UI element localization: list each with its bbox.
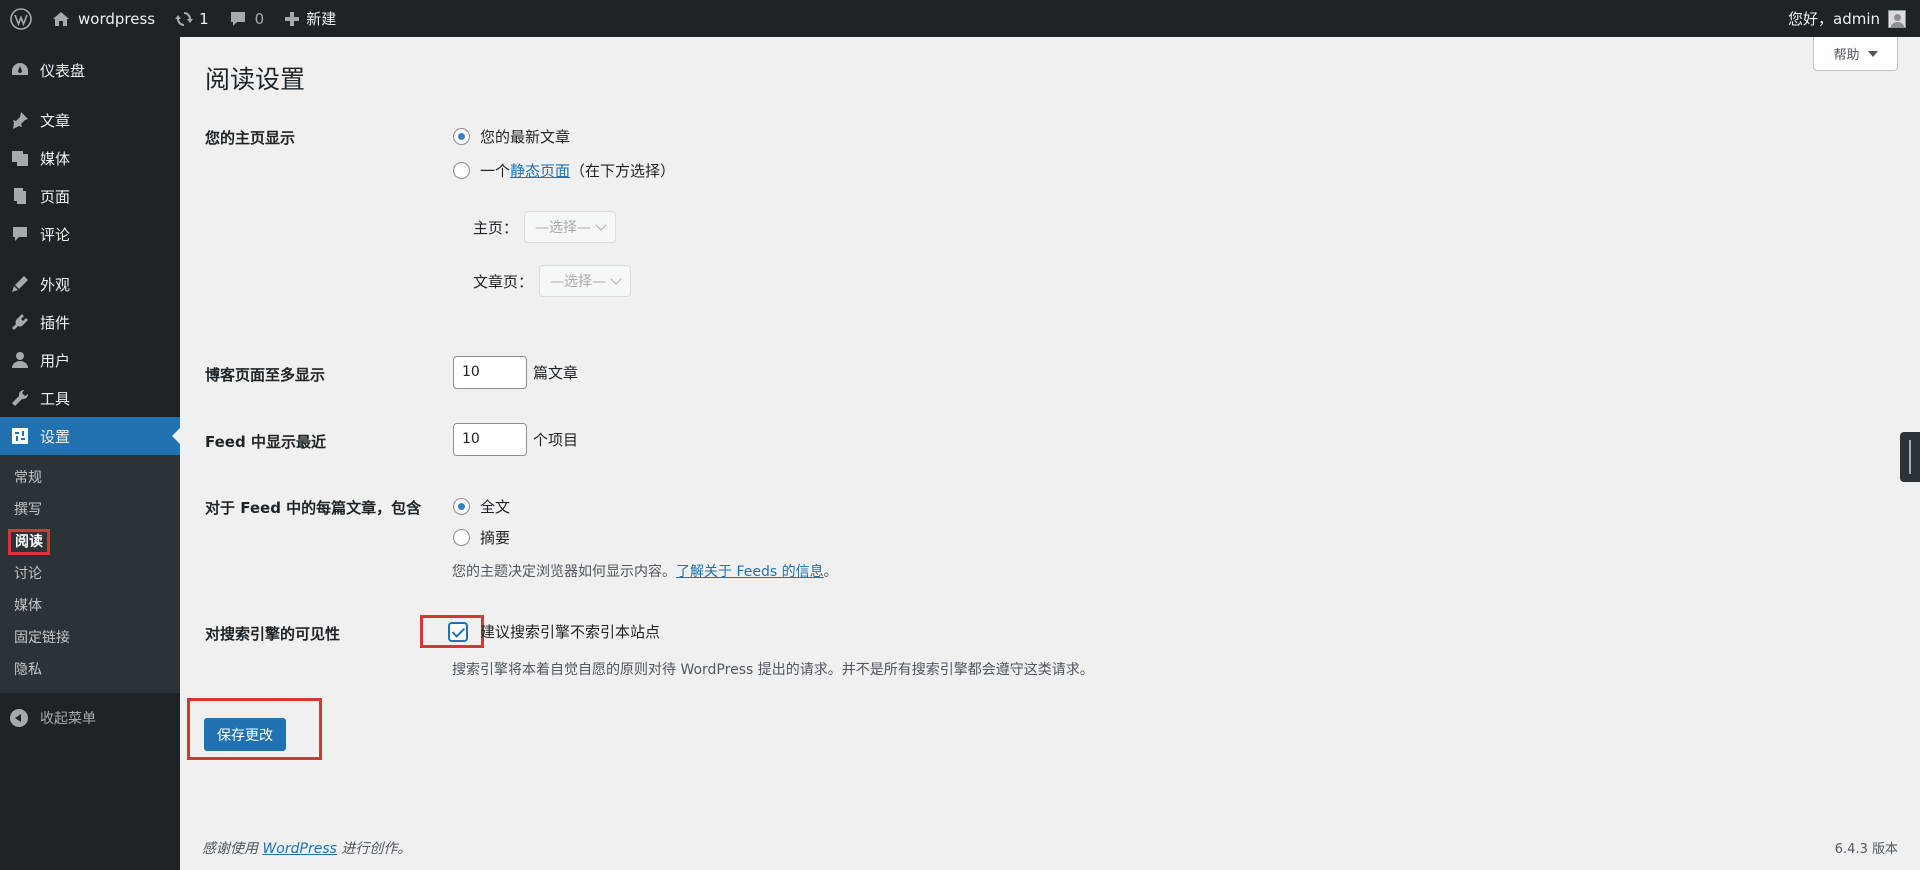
- radio-excerpt[interactable]: [453, 529, 470, 546]
- submenu-permalinks[interactable]: 固定链接: [0, 622, 180, 654]
- appearance-icon: [10, 274, 30, 294]
- menu-users[interactable]: 用户: [0, 341, 180, 379]
- discourage-search-label: 建议搜索引擎不索引本站点: [480, 623, 661, 641]
- new-content-link[interactable]: 新建: [274, 0, 346, 37]
- pin-icon: [10, 110, 30, 130]
- comments-count: 0: [254, 9, 265, 28]
- submenu-media[interactable]: 媒体: [0, 590, 180, 622]
- wordpress-link[interactable]: WordPress: [262, 841, 336, 857]
- homepage-display-label: 您的主页显示: [205, 129, 296, 147]
- main-content: 帮助 阅读设置 您的主页显示 您的最新文章 一个 静态页面 （在下方选择） 主页…: [180, 37, 1920, 870]
- collapse-menu-button[interactable]: 收起菜单: [0, 699, 180, 737]
- dashboard-icon: [10, 60, 30, 80]
- chevron-down-icon: [595, 219, 607, 231]
- discourage-search-checkbox[interactable]: [449, 622, 467, 641]
- submenu-general[interactable]: 常规: [0, 462, 180, 494]
- search-visibility-label: 对搜索引擎的可见性: [205, 625, 341, 643]
- submenu-reading[interactable]: 阅读: [0, 526, 180, 558]
- help-tab-button[interactable]: 帮助: [1813, 37, 1898, 71]
- wrench-icon: [10, 388, 30, 408]
- feed-description: 您的主题决定浏览器如何显示内容。了解关于 Feeds 的信息。: [452, 564, 838, 580]
- save-changes-button[interactable]: 保存更改: [204, 718, 286, 751]
- menu-plugins[interactable]: 插件: [0, 303, 180, 341]
- page-title: 阅读设置: [205, 65, 306, 94]
- search-visibility-description: 搜索引擎将本着自觉自愿的原则对待 WordPress 提出的请求。并不是所有搜索…: [452, 662, 1094, 678]
- submenu-writing[interactable]: 撰写: [0, 494, 180, 526]
- posts-per-page-input[interactable]: 10: [453, 356, 527, 389]
- radio-latest-posts[interactable]: [453, 128, 470, 145]
- radio-static-page[interactable]: [453, 162, 470, 179]
- menu-posts[interactable]: 文章: [0, 101, 180, 139]
- feeds-info-link[interactable]: 了解关于 Feeds 的信息: [676, 564, 824, 580]
- footer-thanks: 感谢使用 WordPress 进行创作。: [202, 841, 412, 857]
- media-icon: [10, 148, 30, 168]
- posts-page-select-row: 文章页： —选择—: [473, 265, 632, 297]
- feed-content-label: 对于 Feed 中的每篇文章，包含: [205, 499, 422, 517]
- chevron-down-icon: [610, 273, 622, 285]
- wordpress-logo-icon[interactable]: [0, 0, 42, 37]
- collapse-arrow-icon: [10, 709, 28, 727]
- greeting: 您好，admin: [1788, 10, 1880, 28]
- menu-settings[interactable]: 设置: [0, 417, 180, 455]
- comment-bubble-icon: [229, 10, 247, 28]
- static-page-link[interactable]: 静态页面: [510, 160, 570, 181]
- front-page-label: 主页：: [473, 218, 519, 237]
- comment-icon: [10, 224, 30, 244]
- posts-page-select[interactable]: —选择—: [539, 265, 632, 297]
- updates-icon: [175, 10, 194, 28]
- updates-link[interactable]: 1: [165, 0, 219, 37]
- avatar: [1888, 9, 1906, 28]
- front-page-select[interactable]: —选择—: [524, 211, 617, 243]
- front-page-select-row: 主页： —选择—: [473, 211, 617, 243]
- menu-appearance[interactable]: 外观: [0, 265, 180, 303]
- comments-link[interactable]: 0: [219, 0, 275, 37]
- feed-count-input[interactable]: 10: [453, 423, 527, 456]
- feed-count-label: Feed 中显示最近: [205, 433, 326, 451]
- menu-pages[interactable]: 页面: [0, 177, 180, 215]
- discourage-search-row[interactable]: 建议搜索引擎不索引本站点: [420, 615, 660, 648]
- submenu-discussion[interactable]: 讨论: [0, 558, 180, 590]
- my-account[interactable]: 您好，admin: [1788, 8, 1920, 29]
- page-icon: [10, 186, 30, 206]
- site-name: wordpress: [78, 9, 156, 28]
- site-name-link[interactable]: wordpress: [42, 0, 165, 37]
- checkbox-highlight: [420, 615, 484, 648]
- menu-tools[interactable]: 工具: [0, 379, 180, 417]
- settings-icon: [10, 426, 30, 446]
- home-icon: [52, 11, 70, 27]
- footer-version: 6.4.3 版本: [1834, 842, 1898, 857]
- menu-media[interactable]: 媒体: [0, 139, 180, 177]
- radio-full-text[interactable]: [453, 498, 470, 515]
- radio-static-page-row[interactable]: 一个 静态页面 （在下方选择）: [453, 160, 675, 181]
- admin-sidebar: 仪表盘 文章 媒体 页面 评论 外观 插件 用户 工具 设置 常规 撰写 阅读 …: [0, 37, 180, 870]
- radio-excerpt-row[interactable]: 摘要: [453, 527, 510, 548]
- posts-per-page-row: 10 篇文章: [453, 356, 578, 389]
- radio-latest-posts-row[interactable]: 您的最新文章: [453, 126, 570, 147]
- plus-icon: [284, 11, 300, 27]
- scroll-handle[interactable]: [1900, 432, 1920, 482]
- feed-count-row: 10 个项目: [453, 423, 578, 456]
- settings-submenu: 常规 撰写 阅读 讨论 媒体 固定链接 隐私: [0, 455, 180, 693]
- submenu-privacy[interactable]: 隐私: [0, 654, 180, 686]
- plugin-icon: [10, 312, 30, 332]
- menu-dashboard[interactable]: 仪表盘: [0, 51, 180, 89]
- new-label: 新建: [306, 10, 337, 28]
- menu-comments[interactable]: 评论: [0, 215, 180, 253]
- admin-bar: wordpress 1 0 新建 您好，admin: [0, 0, 1920, 37]
- updates-count: 1: [199, 9, 209, 28]
- dropdown-arrow-icon: [1867, 50, 1878, 57]
- radio-full-text-row[interactable]: 全文: [453, 496, 510, 517]
- user-icon: [10, 350, 30, 370]
- posts-per-page-label: 博客页面至多显示: [205, 366, 326, 384]
- posts-page-label: 文章页：: [473, 272, 534, 291]
